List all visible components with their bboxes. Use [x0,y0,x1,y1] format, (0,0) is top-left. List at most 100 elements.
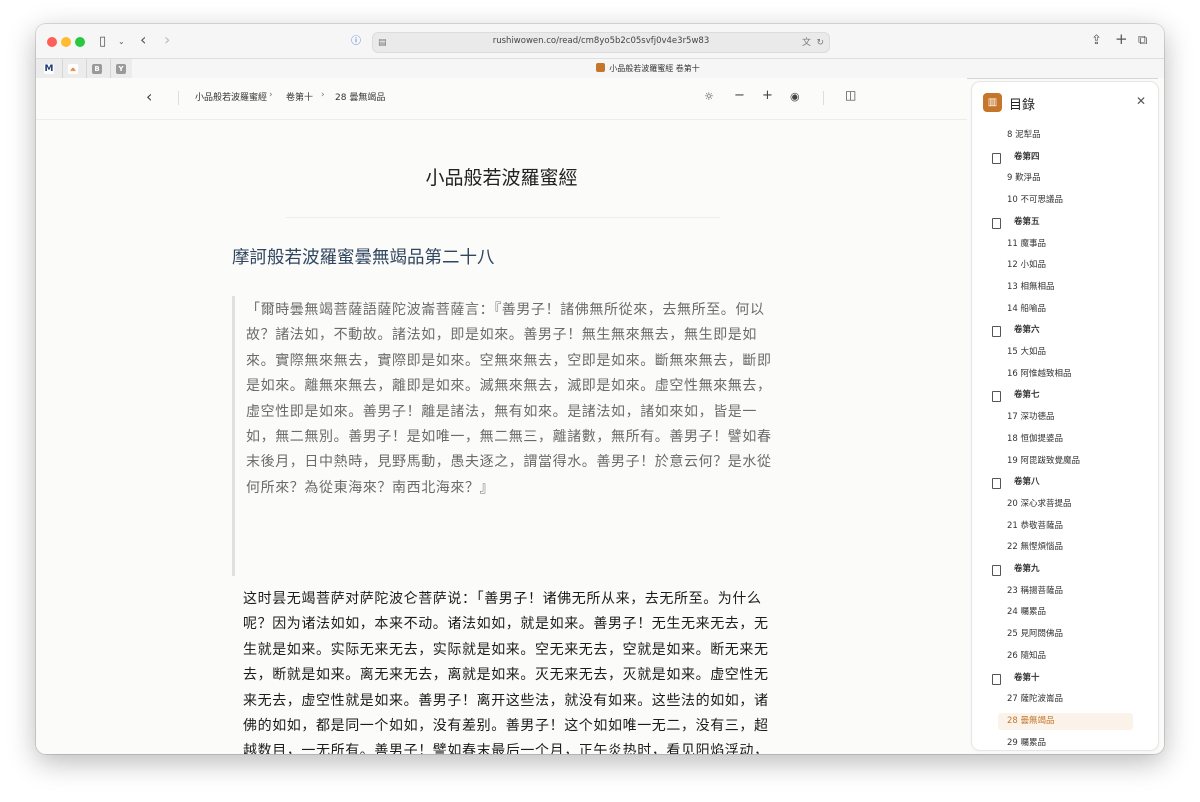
document-icon [992,217,1001,229]
divider [286,217,720,218]
toc-chapter-item[interactable]: 27 薩陀波崙品 [972,691,1158,708]
eye-icon[interactable]: ◉ [790,90,800,103]
toc-item-label: 18 恒伽提婆品 [1007,433,1064,444]
new-tab-icon[interactable]: + [1115,32,1128,47]
toc-chapter-item[interactable]: 8 泥犁品 [972,127,1158,144]
toc-volume-item[interactable]: 卷第九 [972,561,1158,578]
breadcrumb-separator-icon: › [269,90,273,100]
scrollbar[interactable] [1158,78,1164,754]
url-text: rushiwowen.co/read/cm8yo5b2c05svfj0v4e3r… [492,36,710,46]
font-increase-icon[interactable]: + [762,88,773,103]
chapter-title: 摩訶般若波羅蜜曇無竭品第二十八 [232,248,495,268]
zoom-window-button[interactable] [75,37,85,47]
brightness-icon[interactable]: ☼ [704,90,714,103]
translate-icon[interactable]: 文 [802,36,811,50]
translation-text: 这时昙无竭菩萨对萨陀波仑菩萨说：「善男子！诸佛无所从来，去无所至。为什么呢？因为… [243,591,769,754]
toc-volume-item[interactable]: 卷第八 [972,474,1158,491]
document-icon [992,565,1001,576]
privacy-info-icon[interactable]: ⓘ [351,35,361,49]
toc-item-label: 21 恭敬菩薩品 [1007,520,1064,531]
pinned-tab[interactable]: B [84,59,111,78]
tab-overview-icon[interactable]: ⧉ [1138,34,1147,48]
back-icon[interactable]: ‹ [146,87,152,106]
toc-item-label: 11 魔事品 [1007,238,1047,249]
pinned-tab[interactable]: M [36,59,63,78]
chevron-down-icon[interactable]: ⌄ [118,35,125,49]
toc-item-label: 卷第五 [1014,216,1040,227]
browser-toolbar: ▯ ⌄ ‹ › ⓘ ▤ rushiwowen.co/read/cm8yo5b2c… [36,24,1164,58]
toc-chapter-item[interactable]: 24 囑累品 [972,604,1158,621]
toc-chapter-item[interactable]: 12 小如品 [972,257,1158,274]
reload-icon[interactable]: ↻ [816,36,824,50]
toc-chapter-item[interactable]: 22 無慳煩惱品 [972,539,1158,556]
toc-item-label: 15 大如品 [1007,347,1047,357]
pinned-tab[interactable]: ⩕ [60,59,87,78]
divider [823,91,824,105]
toc-item-label: 20 深心求菩提品 [1007,498,1072,509]
breadcrumb-chapter[interactable]: 28 曇無竭品 [335,90,385,103]
pinned-tab-favicon: ⩕ [68,63,78,74]
toc-chapter-item[interactable]: 9 歎淨品 [972,170,1158,187]
pinned-tab[interactable]: Y [108,59,135,78]
address-bar[interactable]: ▤ rushiwowen.co/read/cm8yo5b2c05svfj0v4e… [372,32,830,53]
toc-volume-item[interactable]: 卷第五 [972,214,1158,231]
toc-chapter-item[interactable]: 20 深心求菩提品 [972,496,1158,513]
close-icon[interactable]: ✕ [1136,94,1146,108]
toc-chapter-item[interactable]: 26 隨知品 [972,648,1158,665]
toc-header: ▥ 目錄 ✕ [972,82,1158,122]
pinned-tab-favicon: B [92,63,102,74]
toc-item-label: 10 不可思議品 [1007,195,1064,206]
reader-content: ‹ 小品般若波羅蜜經 › 卷第十 › 28 曇無竭品 ☼ − + ◉ ◫ 小品般… [36,78,967,754]
toc-chapter-item[interactable]: 14 船喻品 [972,301,1158,318]
tab-bar: M ⩕ B Y 小品般若波羅蜜經 卷第十 [36,58,1164,79]
toc-volume-item[interactable]: 卷第十 [972,670,1158,687]
divider [178,91,179,105]
document-icon [992,152,1001,164]
toc-chapter-item[interactable]: 13 相無相品 [972,279,1158,296]
toc-chapter-item[interactable]: 21 恭敬菩薩品 [972,518,1158,535]
toc-item-label: 25 見阿閦佛品 [1007,629,1064,640]
toc-item-label: 19 阿毘跋致覺魔品 [1007,455,1081,466]
font-decrease-icon[interactable]: − [734,88,745,103]
toc-item-label: 12 小如品 [1007,260,1047,271]
toc-chapter-item[interactable]: 17 深功德品 [972,409,1158,426]
original-text-quote: 「爾時曇無竭菩薩語薩陀波崙菩薩言：『善男子！諸佛無所從來，去無所至。何以故？諸法… [232,296,779,576]
toc-item-label: 27 薩陀波崙品 [1007,694,1064,705]
toc-chapter-item[interactable]: 25 見阿閦佛品 [972,626,1158,643]
back-icon[interactable]: ‹ [140,32,146,48]
share-icon[interactable]: ⇪ [1091,34,1102,48]
close-window-button[interactable] [47,37,57,47]
toc-chapter-item[interactable]: 23 稱揚菩薩品 [972,583,1158,600]
toc-chapter-item[interactable]: 28 曇無竭品 [998,712,1133,730]
pinned-tab-favicon: M [44,63,54,74]
toc-item-label: 8 泥犁品 [1007,130,1041,140]
breadcrumb-book[interactable]: 小品般若波羅蜜經 [195,90,267,103]
site-favicon-icon [596,63,606,72]
toc-item-label: 卷第九 [1014,564,1040,574]
original-text: 「爾時曇無竭菩薩語薩陀波崙菩薩言：『善男子！諸佛無所從來，去無所至。何以故？諸法… [246,302,772,496]
tab-title: 小品般若波羅蜜經 卷第十 [609,64,700,73]
toc-chapter-item[interactable]: 18 恒伽提婆品 [972,431,1158,448]
toc-chapter-item[interactable]: 10 不可思議品 [972,192,1158,209]
toc-chapter-item[interactable]: 15 大如品 [972,344,1158,361]
active-tab[interactable]: 小品般若波羅蜜經 卷第十 [132,59,1164,78]
book-icon: ▥ [983,93,1002,112]
reader-header: ‹ 小品般若波羅蜜經 › 卷第十 › 28 曇無竭品 ☼ − + ◉ ◫ [36,78,967,120]
toc-panel-toggle-icon[interactable]: ◫ [845,88,856,102]
breadcrumb-volume[interactable]: 卷第十 [286,90,313,103]
toc-chapter-item[interactable]: 19 阿毘跋致覺魔品 [972,453,1158,470]
toc-volume-item[interactable]: 卷第七 [972,387,1158,404]
pinned-tab-favicon: Y [116,63,126,74]
forward-icon[interactable]: › [164,32,170,48]
toc-volume-item[interactable]: 卷第六 [972,322,1158,339]
book-title: 小品般若波羅蜜經 [425,167,578,189]
toc-chapter-item[interactable]: 16 阿惟越致相品 [972,366,1158,383]
toc-chapter-item[interactable]: 29 囑累品 [972,735,1158,750]
toc-item-label: 28 曇無竭品 [1007,715,1055,726]
minimize-window-button[interactable] [61,37,71,47]
toc-volume-item[interactable]: 卷第四 [972,149,1158,166]
toc-chapter-item[interactable]: 11 魔事品 [972,236,1158,253]
toc-item-label: 26 隨知品 [1007,650,1047,661]
toc-item-label: 9 歎淨品 [1007,173,1041,184]
sidebar-toggle-icon[interactable]: ▯ [99,35,106,49]
